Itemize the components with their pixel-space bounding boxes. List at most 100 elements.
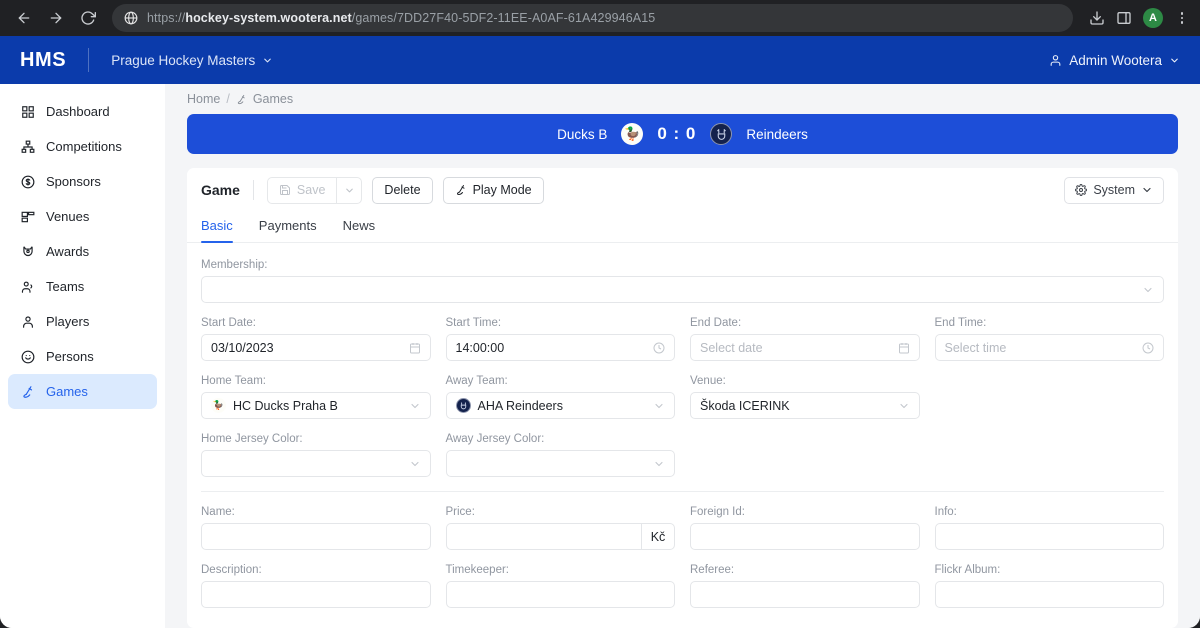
start-time-value: 14:00:00 xyxy=(456,341,505,355)
timekeeper-input[interactable] xyxy=(446,581,676,608)
user-menu[interactable]: Admin Wootera xyxy=(1049,53,1180,68)
end-time-input[interactable]: Select time xyxy=(935,334,1165,361)
delete-label: Delete xyxy=(384,183,420,197)
scoreboard-banner: Ducks B 🦆 0 : 0 Reindeers xyxy=(187,114,1178,154)
info-input[interactable] xyxy=(935,523,1165,550)
reload-button[interactable] xyxy=(74,4,102,32)
sidebar-item-teams[interactable]: Teams xyxy=(8,269,157,304)
tab-payments[interactable]: Payments xyxy=(259,212,317,242)
sidebar-item-persons[interactable]: Persons xyxy=(8,339,157,374)
sidebar-item-label: Competitions xyxy=(46,139,122,154)
home-team-select[interactable]: 🦆 HC Ducks Praha B xyxy=(201,392,431,419)
tab-basic[interactable]: Basic xyxy=(201,212,233,242)
download-icon[interactable] xyxy=(1089,10,1105,26)
venue-select[interactable]: Škoda ICERINK xyxy=(690,392,920,419)
delete-button[interactable]: Delete xyxy=(372,177,432,204)
reindeer-logo xyxy=(710,123,732,145)
sidebar-item-players[interactable]: Players xyxy=(8,304,157,339)
page-title: Game xyxy=(201,182,240,198)
info-label: Info: xyxy=(935,506,1165,518)
breadcrumb-home[interactable]: Home xyxy=(187,92,220,106)
away-jersey-label: Away Jersey Color: xyxy=(446,433,676,445)
sidebar-item-games[interactable]: Games xyxy=(8,374,157,409)
system-label: System xyxy=(1093,183,1135,197)
play-mode-button[interactable]: Play Mode xyxy=(443,177,544,204)
sidebar-item-label: Sponsors xyxy=(46,174,101,189)
price-label: Price: xyxy=(446,506,676,518)
start-date-input[interactable]: 03/10/2023 xyxy=(201,334,431,361)
form-row-staff: Description: Timekeeper: xyxy=(201,564,1164,608)
chrome-menu-icon[interactable] xyxy=(1174,12,1190,24)
game-detail-card: Game Save xyxy=(187,168,1178,628)
save-dropdown-button[interactable] xyxy=(336,177,362,204)
organization-selector[interactable]: Prague Hockey Masters xyxy=(111,53,273,68)
sidebar-item-competitions[interactable]: Competitions xyxy=(8,129,157,164)
header-divider xyxy=(88,48,89,72)
sidebar-item-awards[interactable]: Awards xyxy=(8,234,157,269)
away-team-select[interactable]: AHA Reindeers xyxy=(446,392,676,419)
person-icon xyxy=(20,314,35,329)
hockey-stick-icon xyxy=(20,384,35,399)
foreign-id-input[interactable] xyxy=(690,523,920,550)
field-price: Price: Kč xyxy=(446,506,676,550)
field-home-team: Home Team: 🦆 HC Ducks Praha B xyxy=(201,375,431,419)
flickr-album-label: Flickr Album: xyxy=(935,564,1165,576)
profile-avatar[interactable]: A xyxy=(1143,8,1163,28)
breadcrumb-current[interactable]: Games xyxy=(253,92,293,106)
field-away-jersey: Away Jersey Color: xyxy=(446,433,676,477)
save-icon xyxy=(279,184,291,196)
end-time-placeholder: Select time xyxy=(945,341,1007,355)
side-panel-icon[interactable] xyxy=(1116,10,1132,26)
referee-label: Referee: xyxy=(690,564,920,576)
hierarchy-icon xyxy=(20,139,35,154)
address-bar[interactable]: https://hockey-system.wootera.net/games/… xyxy=(112,4,1073,32)
away-jersey-select[interactable] xyxy=(446,450,676,477)
dollar-circle-icon xyxy=(20,174,35,189)
trophy-icon xyxy=(20,244,35,259)
duck-logo: 🦆 xyxy=(621,123,643,145)
start-time-input[interactable]: 14:00:00 xyxy=(446,334,676,361)
price-input[interactable] xyxy=(446,523,642,550)
chevron-down-icon xyxy=(1141,184,1153,196)
app-logo[interactable]: HMS xyxy=(20,49,66,72)
tab-news[interactable]: News xyxy=(343,212,376,242)
back-button[interactable] xyxy=(10,4,38,32)
smiley-icon xyxy=(20,349,35,364)
home-jersey-select[interactable] xyxy=(201,450,431,477)
field-jersey-spacer-1 xyxy=(690,433,920,477)
play-mode-label: Play Mode xyxy=(473,183,532,197)
hockey-stick-icon xyxy=(236,94,247,105)
field-home-jersey: Home Jersey Color: xyxy=(201,433,431,477)
form-row-teams: Home Team: 🦆 HC Ducks Praha B Away Team: xyxy=(201,375,1164,419)
people-icon xyxy=(20,279,35,294)
url-text: https://hockey-system.wootera.net/games/… xyxy=(147,11,655,25)
end-date-input[interactable]: Select date xyxy=(690,334,920,361)
membership-select[interactable] xyxy=(201,276,1164,303)
form-row-jerseys: Home Jersey Color: Away Jersey Color: xyxy=(201,433,1164,477)
scoreboard-away-team: Reindeers xyxy=(746,127,808,142)
forward-button[interactable] xyxy=(42,4,70,32)
field-end-time: End Time: Select time xyxy=(935,317,1165,361)
sidebar-item-label: Dashboard xyxy=(46,104,110,119)
flickr-album-input[interactable] xyxy=(935,581,1165,608)
form-row-details: Name: Price: xyxy=(201,506,1164,550)
field-description: Description: xyxy=(201,564,431,608)
system-button[interactable]: System xyxy=(1064,177,1164,204)
breadcrumb-separator: / xyxy=(226,92,229,106)
description-label: Description: xyxy=(201,564,431,576)
sidebar-item-dashboard[interactable]: Dashboard xyxy=(8,94,157,129)
sidebar-item-sponsors[interactable]: Sponsors xyxy=(8,164,157,199)
sidebar-item-label: Games xyxy=(46,384,88,399)
name-label: Name: xyxy=(201,506,431,518)
app-header: HMS Prague Hockey Masters Admin Wootera xyxy=(0,36,1200,84)
sidebar-item-venues[interactable]: Venues xyxy=(8,199,157,234)
name-input[interactable] xyxy=(201,523,431,550)
referee-input[interactable] xyxy=(690,581,920,608)
venue-label: Venue: xyxy=(690,375,920,387)
browser-window: https://hockey-system.wootera.net/games/… xyxy=(0,0,1200,628)
card-toolbar: Game Save xyxy=(187,168,1178,212)
description-input[interactable] xyxy=(201,581,431,608)
save-button-group[interactable]: Save xyxy=(267,177,363,204)
chevron-down-icon xyxy=(1142,284,1154,296)
save-button[interactable]: Save xyxy=(267,177,337,204)
